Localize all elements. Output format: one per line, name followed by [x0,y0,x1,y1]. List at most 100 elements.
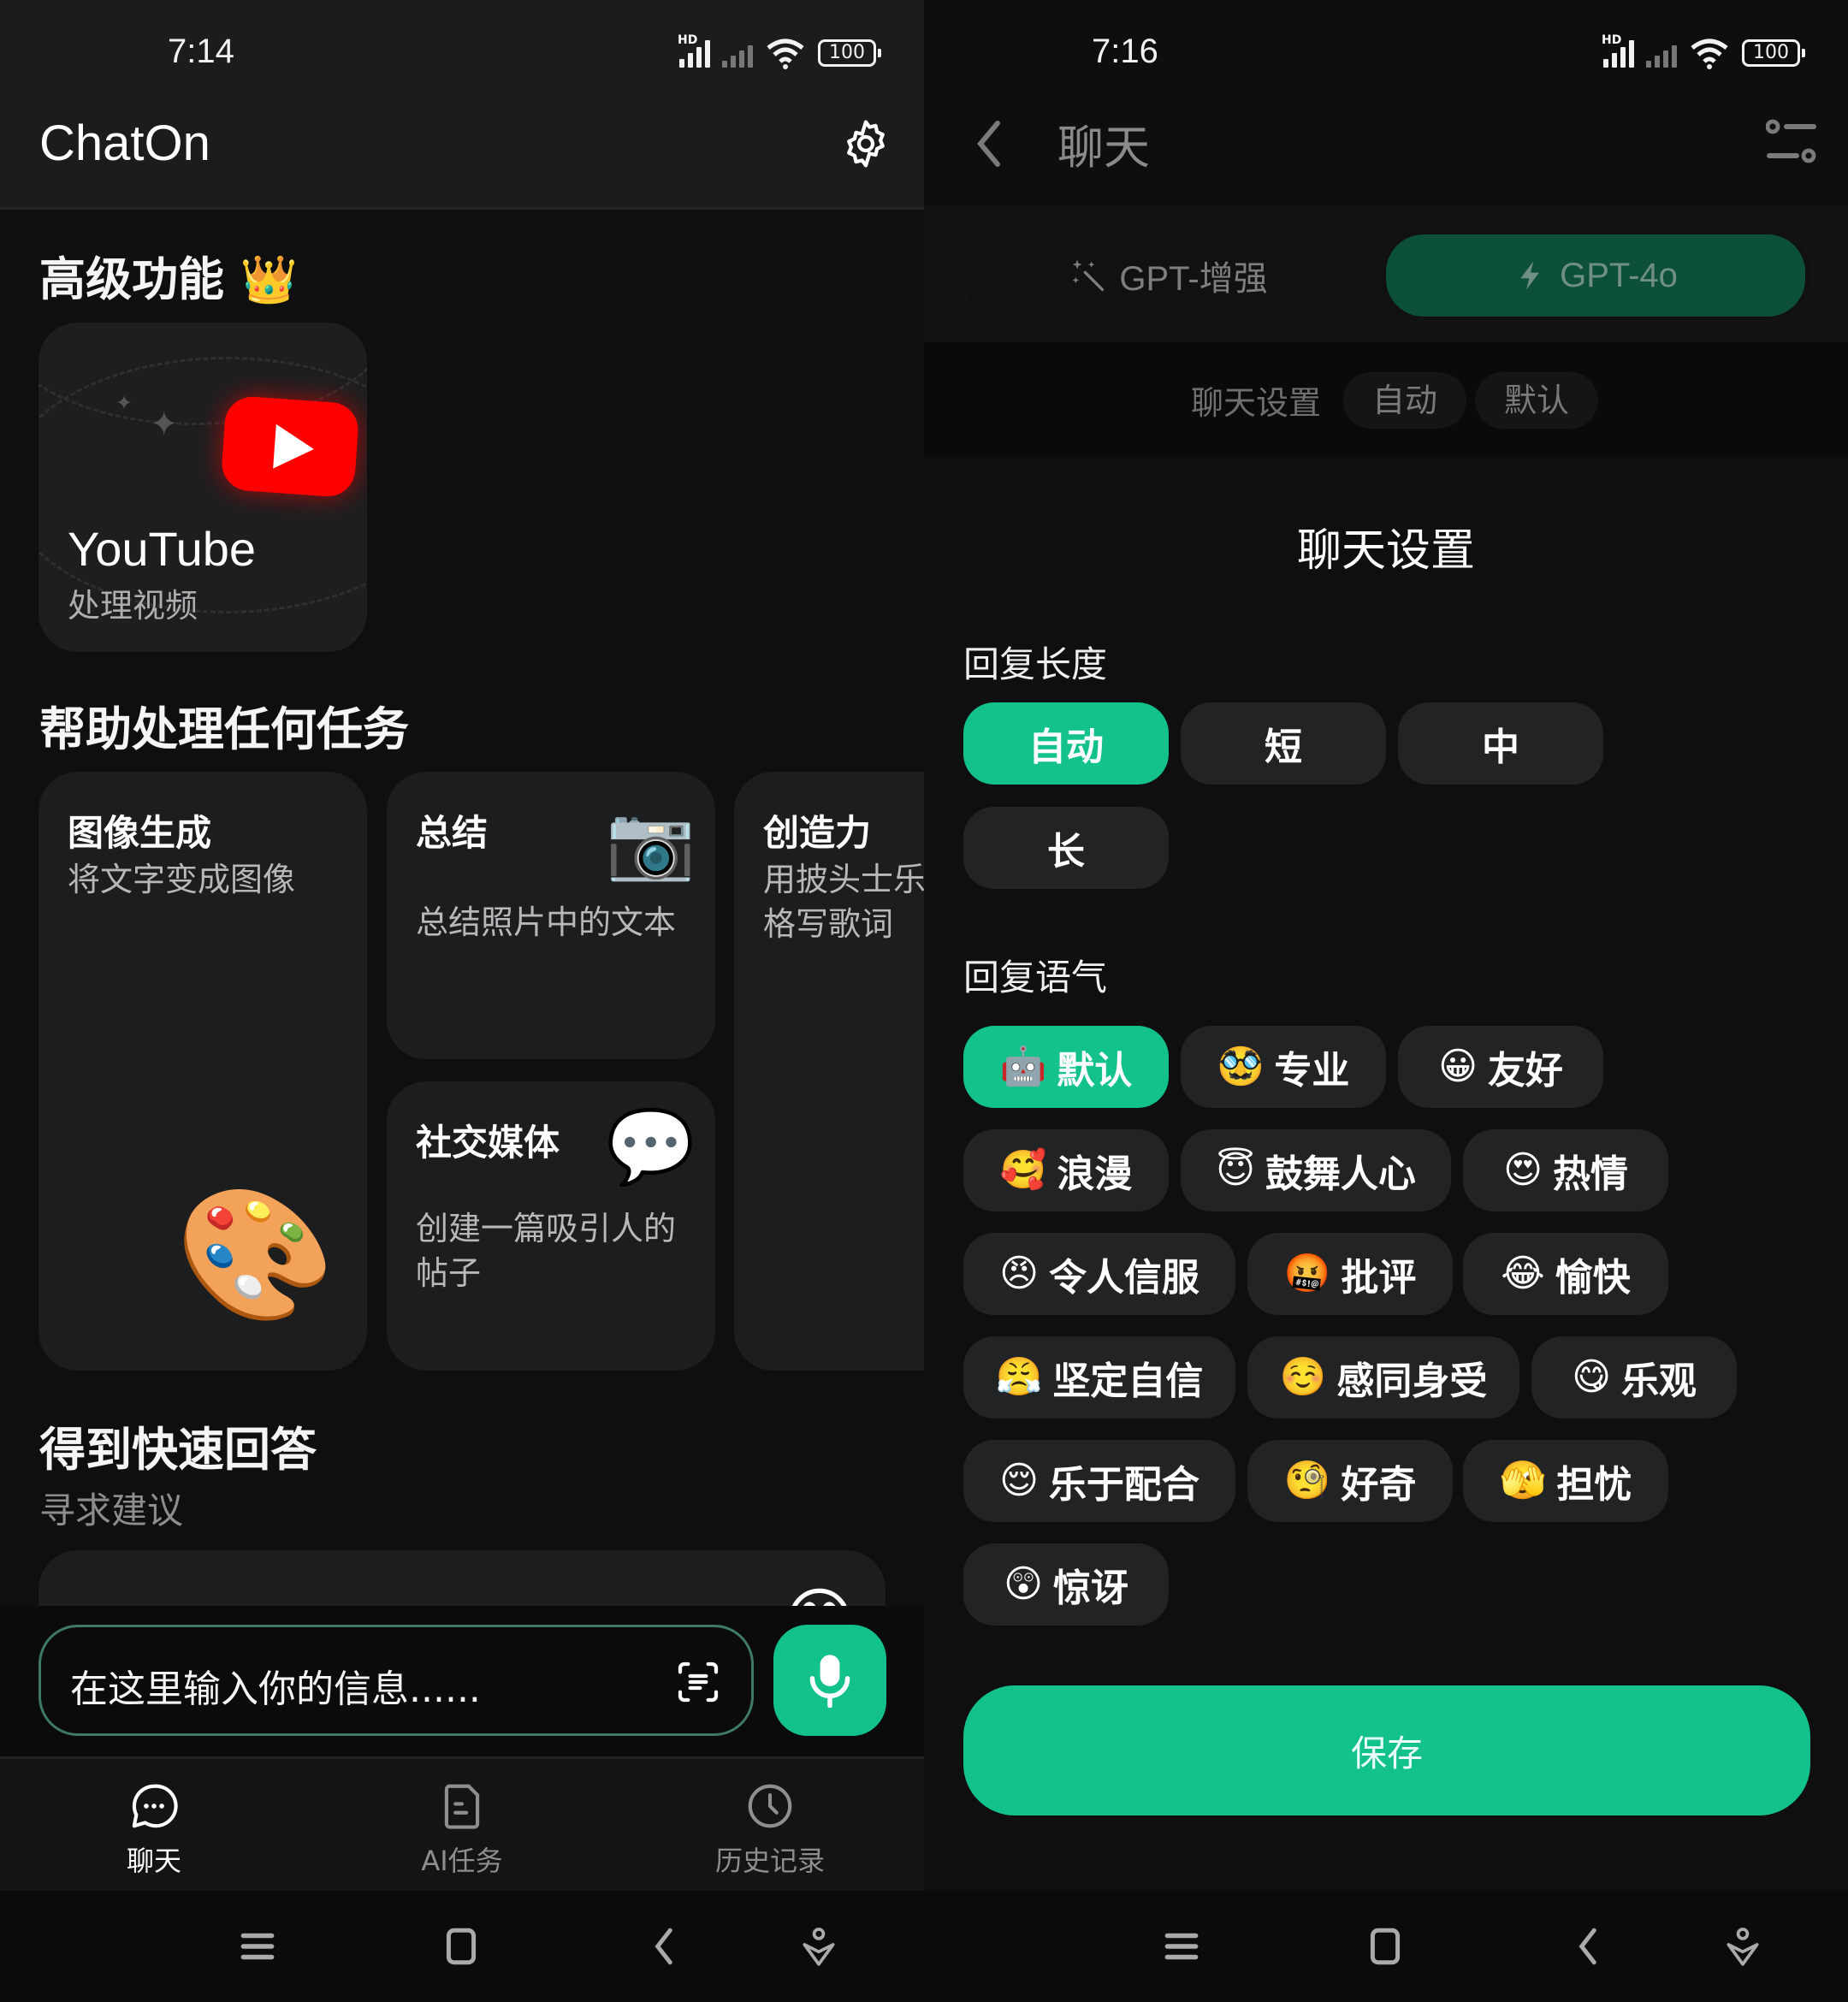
gear-icon[interactable] [838,116,893,171]
home-icon[interactable] [440,1925,483,1968]
sheet-title: 聊天设置 [1296,525,1475,577]
option-label: 默认 [1057,1049,1133,1093]
task-card-title: 社交媒体 [416,1122,560,1164]
model-selector-bar: GPT-增强 GPT-4o [924,205,1848,342]
chat-header: 7:16 HD 100 聊天 [924,0,1848,210]
smiling-face-icon: ☺️ [1279,1355,1327,1399]
tab-label: 聊天 [126,1845,181,1877]
microphone-icon: 🎙️ [897,1165,924,1294]
assistant-icon[interactable] [797,1925,840,1968]
tab-label: 历史记录 [714,1845,825,1877]
signal-no-service-icon [1646,38,1677,68]
premium-section-title: 高级功能 👑 [39,241,298,309]
relieved-face-icon: 😌 [999,1459,1039,1502]
tone-option[interactable]: 🤖 默认 [963,1026,1169,1108]
clock-icon [748,1784,792,1828]
chat-settings-screen: 7:16 HD 100 聊天 GPT-增强 GPT-4o 聊天设置 自动 默认 … [924,0,1848,2002]
palette-icon: 🎨 [175,1181,335,1330]
message-input-bar: 在这里输入你的信息...... [0,1606,924,1756]
option-label: 担忧 [1556,1463,1632,1507]
tone-option[interactable]: 🧐 好奇 [1247,1440,1453,1522]
reply-length-label: 回复长度 [963,643,1108,685]
option-label: 热情 [1552,1152,1628,1196]
task-card-social-media[interactable]: 社交媒体 💬 创建一篇吸引人的帖子 [387,1081,715,1371]
scan-text-icon[interactable] [674,1658,722,1706]
tone-option[interactable]: 😋 乐观 [1531,1336,1737,1419]
option-label: 乐于配合 [1048,1463,1199,1507]
tone-option[interactable]: 😲 惊讶 [963,1543,1169,1626]
signal-no-service-icon [722,38,753,68]
option-label: 愉快 [1555,1256,1631,1300]
menu-icon[interactable] [1160,1925,1203,1968]
model-option-gpt-enhanced[interactable]: GPT-增强 [963,234,1374,317]
task-card-desc: 用披头士乐队的风格写歌词 [763,861,924,943]
option-label: 批评 [1341,1256,1417,1300]
monocle-face-icon: 🧐 [1283,1459,1331,1502]
voice-input-button[interactable] [773,1625,886,1736]
wifi-icon [767,38,804,69]
tab-chat[interactable]: 聊天 [0,1759,308,1891]
status-time: 7:14 [168,33,234,70]
chat-filters-icon[interactable] [1766,118,1817,166]
back-icon[interactable] [1567,1925,1610,1968]
tone-option[interactable]: ☺️ 感同身受 [1247,1336,1519,1419]
quick-answers-title: 得到快速回答 [39,1423,317,1477]
task-card-desc: 将文字变成图像 [68,861,296,898]
document-icon [444,1784,480,1829]
length-option-short[interactable]: 短 [1181,702,1386,785]
save-button[interactable]: 保存 [963,1685,1810,1815]
length-option-auto[interactable]: 自动 [963,702,1169,785]
signal-icon: HD [1602,33,1634,68]
length-option-long[interactable]: 长 [963,807,1169,889]
youtube-card[interactable]: ✦ ✦ YouTube 处理视频 [38,323,367,652]
tone-option[interactable]: 😠 令人信服 [963,1233,1235,1315]
home-icon[interactable] [1364,1925,1407,1968]
tone-option[interactable]: 🥸 专业 [1181,1026,1386,1108]
menu-icon[interactable] [236,1925,279,1968]
status-bar: 7:14 HD 100 [0,0,924,103]
sparkle-icon: ✦ [116,391,133,415]
crown-icon: 👑 [240,252,299,306]
task-card-desc: 创建一篇吸引人的帖子 [416,1210,677,1292]
length-option-medium[interactable]: 中 [1398,702,1603,785]
youtube-card-title: YouTube [68,522,257,576]
battery-icon: 100 [818,39,881,67]
model-option-gpt-4o[interactable]: GPT-4o [1386,234,1805,317]
peeking-face-icon: 🫣 [1499,1459,1547,1502]
angry-face-icon: 😠 [999,1252,1039,1295]
back-icon[interactable] [643,1925,686,1968]
option-label: 好奇 [1341,1463,1417,1507]
tone-option[interactable]: 😤 坚定自信 [963,1336,1235,1419]
tab-ai-tasks[interactable]: AI任务 [308,1759,616,1891]
youtube-card-subtitle: 处理视频 [68,587,198,625]
tab-history[interactable]: 历史记录 [616,1759,924,1891]
task-card-title: 图像生成 [68,812,212,854]
tone-option[interactable]: 😇 鼓舞人心 [1181,1129,1451,1211]
task-card-summarize[interactable]: 总结 📷 总结照片中的文本 [387,772,715,1059]
back-arrow-icon[interactable] [972,118,1006,169]
tab-label: AI任务 [421,1845,503,1877]
option-label: 乐观 [1620,1359,1697,1403]
tone-option[interactable]: 🫣 担忧 [1463,1440,1668,1522]
option-label: 自动 [1028,726,1104,769]
tone-option[interactable]: 😂 愉快 [1463,1233,1668,1315]
task-card-creativity[interactable]: 创造力 用披头士乐队的风格写歌词 🎙️ [734,772,924,1371]
chat-settings-sheet: 聊天设置 回复长度 自动 短 中 长 回复语气 🤖 默认 🥸 专业 😀 友好 🥰 浪漫 … [924,458,1848,1891]
tone-option[interactable]: 😀 友好 [1398,1026,1603,1108]
yum-face-icon: 😋 [1572,1355,1611,1399]
chat-settings-summary[interactable]: 聊天设置 自动 默认 [924,342,1848,458]
task-card-title: 总结 [416,812,489,854]
sparkle-icon: ✦ [150,405,179,444]
premium-title-text: 高级功能 [39,252,224,306]
message-input-placeholder: 在这里输入你的信息...... [70,1667,481,1711]
tone-option[interactable]: 😍 热情 [1463,1129,1668,1211]
tone-option[interactable]: 🥰 浪漫 [963,1129,1169,1211]
tone-option[interactable]: 😌 乐于配合 [963,1440,1235,1522]
task-card-image-generation[interactable]: 图像生成 将文字变成图像 🎨 [38,772,367,1371]
astonished-face-icon: 😲 [1004,1562,1043,1606]
assistant-icon[interactable] [1721,1925,1764,1968]
tone-option[interactable]: 🤬 批评 [1247,1233,1453,1315]
option-label: 鼓舞人心 [1265,1152,1416,1196]
message-input[interactable]: 在这里输入你的信息...... [38,1625,754,1736]
option-label: 令人信服 [1048,1256,1199,1300]
